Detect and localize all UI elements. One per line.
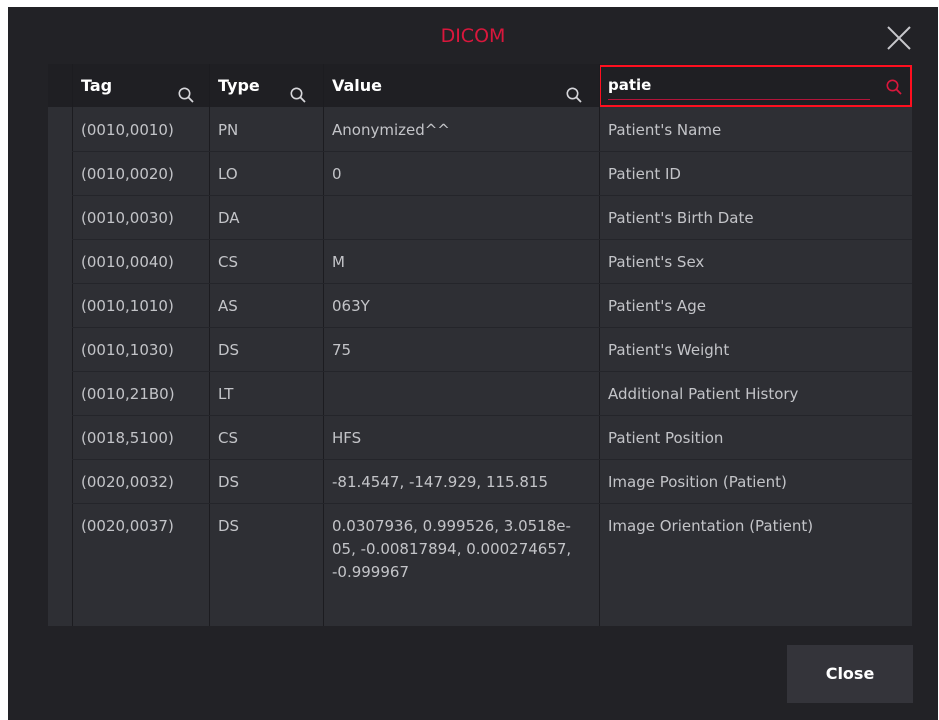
column-header-type-label: Type: [218, 76, 260, 95]
type-cell: LT: [218, 385, 234, 403]
table-row[interactable]: (0020,0032) DS -81.4547, -147.929, 115.815…: [48, 460, 912, 504]
table-row[interactable]: (0010,0020) LO 0 Patient ID: [48, 152, 912, 196]
attribute-name-cell: Image Position (Patient): [608, 473, 787, 491]
tag-cell: (0010,0010): [81, 121, 174, 139]
attribute-name-cell: Patient's Weight: [608, 341, 730, 359]
tag-cell: (0010,0040): [81, 253, 174, 271]
dicom-tag-table: Tag Type Value patie (0010,0010) PN Anon…: [48, 64, 912, 626]
type-cell: AS: [218, 297, 238, 315]
type-cell: LO: [218, 165, 238, 183]
search-icon[interactable]: [289, 77, 307, 103]
value-cell: M: [332, 253, 345, 271]
attribute-name-cell: Additional Patient History: [608, 385, 799, 403]
type-cell: DS: [218, 517, 240, 535]
tag-cell: (0010,21B0): [81, 385, 175, 403]
type-cell: DS: [218, 341, 240, 359]
attribute-name-cell: Patient's Birth Date: [608, 209, 754, 227]
name-search-input[interactable]: [608, 71, 870, 100]
tag-cell: (0010,1010): [81, 297, 174, 315]
tag-cell: (0010,0020): [81, 165, 174, 183]
column-header-value-label: Value: [332, 76, 383, 95]
value-cell: -81.4547, -147.929, 115.815: [332, 473, 548, 491]
table-row[interactable]: (0010,0010) PN Anonymized^^ Patient's Name: [48, 108, 912, 152]
table-row[interactable]: (0010,0030) DA Patient's Birth Date: [48, 196, 912, 240]
value-cell: 0: [332, 165, 342, 183]
table-row[interactable]: (0020,0037) DS 0.0307936, 0.999526, 3.0518…: [48, 504, 912, 626]
tag-cell: (0020,0037): [81, 517, 174, 535]
value-cell: HFS: [332, 429, 362, 447]
value-cell: 0.0307936, 0.999526, 3.0518e-05, -0.0081…: [332, 517, 572, 581]
type-cell: DA: [218, 209, 240, 227]
search-icon[interactable]: [177, 77, 195, 103]
attribute-name-cell: Patient's Age: [608, 297, 706, 315]
column-header-tag[interactable]: Tag: [72, 64, 209, 107]
type-cell: DS: [218, 473, 240, 491]
table-row[interactable]: (0010,0040) CS M Patient's Sex: [48, 240, 912, 284]
search-icon[interactable]: [885, 78, 903, 96]
name-search-field[interactable]: [599, 65, 912, 107]
search-icon[interactable]: [565, 77, 583, 103]
type-cell: CS: [218, 253, 238, 271]
dicom-dialog: DICOM Tag Type Value patie (0010,0010) P…: [8, 7, 938, 720]
value-cell: 063Y: [332, 297, 370, 315]
tag-cell: (0010,0030): [81, 209, 174, 227]
attribute-name-cell: Patient's Name: [608, 121, 722, 139]
column-header-value[interactable]: Value: [323, 64, 599, 107]
tag-cell: (0010,1030): [81, 341, 174, 359]
close-icon[interactable]: [884, 23, 914, 53]
dialog-title: DICOM: [440, 25, 506, 47]
tag-cell: (0018,5100): [81, 429, 174, 447]
attribute-name-cell: Patient Position: [608, 429, 724, 447]
table-row[interactable]: (0018,5100) CS HFS Patient Position: [48, 416, 912, 460]
type-cell: PN: [218, 121, 239, 139]
attribute-name-cell: Patient ID: [608, 165, 681, 183]
attribute-name-cell: Image Orientation (Patient): [608, 517, 814, 535]
column-header-tag-label: Tag: [81, 76, 113, 95]
value-cell: 75: [332, 341, 352, 359]
table-header-row: Tag Type Value: [48, 64, 912, 107]
value-cell: Anonymized^^: [332, 121, 450, 139]
table-row[interactable]: (0010,1030) DS 75 Patient's Weight: [48, 328, 912, 372]
column-header-type[interactable]: Type: [209, 64, 323, 107]
type-cell: CS: [218, 429, 238, 447]
tag-cell: (0020,0032): [81, 473, 174, 491]
table-row[interactable]: (0010,1010) AS 063Y Patient's Age: [48, 284, 912, 328]
attribute-name-cell: Patient's Sex: [608, 253, 705, 271]
table-row[interactable]: (0010,21B0) LT Additional Patient History: [48, 372, 912, 416]
close-button[interactable]: Close: [787, 645, 913, 703]
